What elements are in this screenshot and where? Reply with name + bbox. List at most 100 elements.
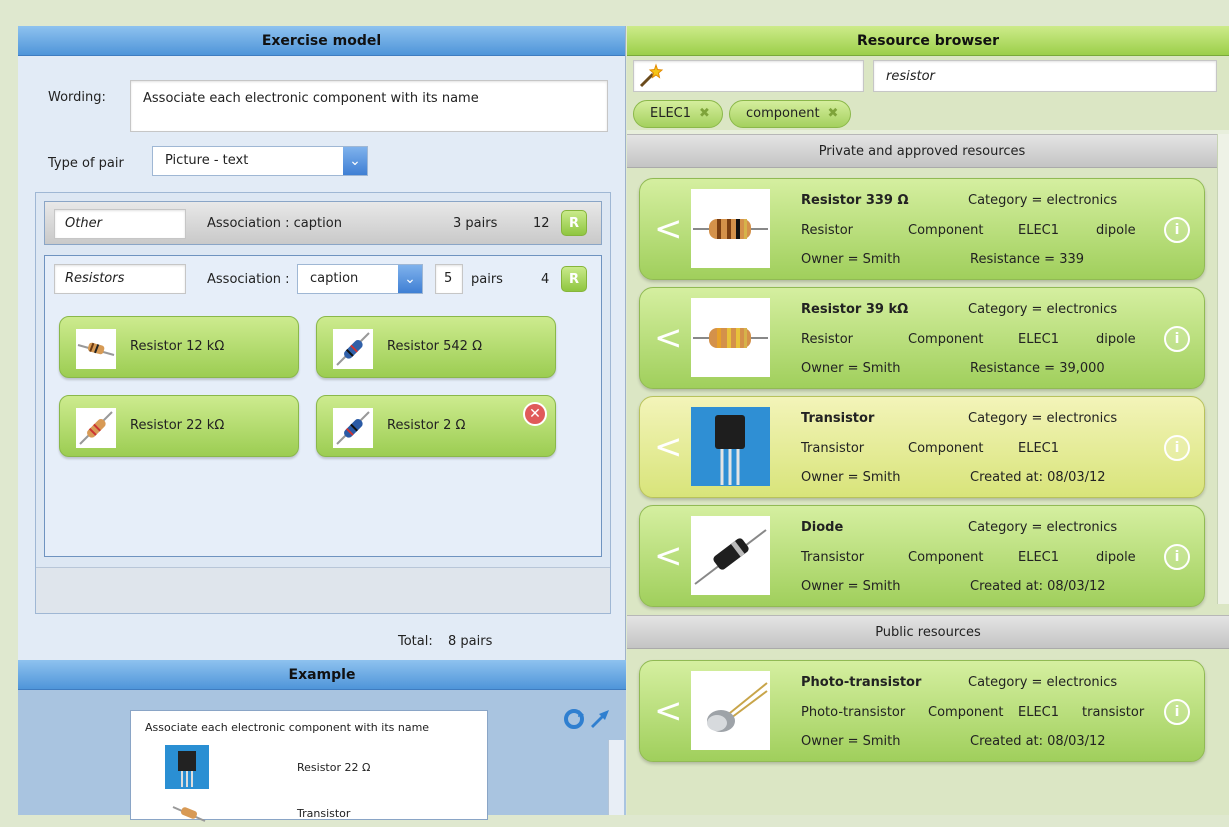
card-tag: Transistor [801, 441, 865, 456]
group-name: Other [65, 216, 102, 231]
card-category: Category = electronics [968, 302, 1118, 317]
resistor-icon [76, 329, 116, 369]
pair-tile[interactable]: Resistor 542 Ω [316, 316, 556, 378]
pairs-count: 3 pairs [453, 216, 498, 231]
card-tag: Resistor [801, 332, 853, 347]
pair-tile[interactable]: Resistor 12 kΩ [59, 316, 299, 378]
example-panel: Example Associate each electronic compon… [18, 660, 626, 822]
add-arrow-icon[interactable]: < [654, 427, 683, 467]
pair-tile-label: Resistor 12 kΩ [130, 339, 225, 354]
association-value: caption [310, 271, 359, 286]
card-tag: Component [908, 223, 984, 238]
remove-filter-icon[interactable]: ✖ [828, 106, 839, 121]
card-tag: dipole [1096, 223, 1136, 238]
card-tag: ELEC1 [1018, 705, 1060, 720]
card-tag: dipole [1096, 332, 1136, 347]
card-tag: transistor [1082, 705, 1145, 720]
resistor-blue-icon [333, 329, 373, 369]
preview-heading: Associate each electronic component with… [145, 721, 430, 734]
scrollbar[interactable] [608, 740, 624, 815]
card-extra: Created at: 08/03/12 [970, 734, 1106, 749]
resource-card[interactable]: < Resistor 39 kΩ Category = electronics … [639, 287, 1205, 389]
card-title: Resistor 39 kΩ [801, 302, 909, 317]
resistor-icon [691, 298, 770, 377]
wording-label: Wording: [48, 90, 106, 105]
card-owner: Owner = Smith [801, 470, 901, 485]
info-icon[interactable]: i [1164, 217, 1190, 243]
wording-value: Associate each electronic component with… [143, 91, 479, 106]
card-owner: Owner = Smith [801, 579, 901, 594]
example-preview: Associate each electronic component with… [130, 710, 488, 823]
pair-type-select[interactable]: Picture - text ⌄ [152, 146, 368, 176]
chevron-down-icon: ⌄ [343, 147, 367, 175]
resource-card[interactable]: < Photo-transistor Category = electronic… [639, 660, 1205, 762]
group-name-field[interactable]: Other [54, 209, 186, 239]
pair-tile[interactable]: Resistor 22 kΩ [59, 395, 299, 457]
resource-card[interactable]: < Resistor 339 Ω Category = electronics … [639, 178, 1205, 280]
phototransistor-icon [691, 671, 770, 750]
magic-wand-icon [638, 63, 664, 89]
card-extra: Resistance = 39,000 [970, 361, 1105, 376]
group-resistors[interactable]: Resistors Association : caption ⌄ 5 pair… [44, 255, 602, 557]
pair-tile-label: Resistor 22 kΩ [130, 418, 225, 433]
resistor-icon [165, 803, 209, 823]
pairs-unit: pairs [471, 272, 503, 287]
r-button[interactable]: R [561, 210, 587, 236]
association-select[interactable]: caption ⌄ [297, 264, 423, 294]
transistor-icon [691, 407, 770, 486]
preview-row: Transistor [297, 807, 351, 820]
card-tag: Resistor [801, 223, 853, 238]
pair-tile-label: Resistor 2 Ω [387, 418, 466, 433]
pairs-value: 5 [444, 271, 453, 286]
resource-card-selected[interactable]: < Transistor Category = electronics Tran… [639, 396, 1205, 498]
groups-footer [36, 567, 610, 613]
refresh-icon[interactable] [563, 708, 585, 730]
card-title: Photo-transistor [801, 675, 922, 690]
card-tag: Transistor [801, 550, 865, 565]
resistor-icon [691, 189, 770, 268]
resource-card[interactable]: < Diode Category = electronics Transisto… [639, 505, 1205, 607]
association-label: Association : [207, 272, 290, 287]
info-icon[interactable]: i [1164, 326, 1190, 352]
pairs-input[interactable]: 5 [435, 264, 463, 294]
add-arrow-icon[interactable]: < [654, 536, 683, 576]
remove-icon[interactable]: ✕ [523, 402, 547, 426]
pair-tile-label: Resistor 542 Ω [387, 339, 483, 354]
info-icon[interactable]: i [1164, 435, 1190, 461]
card-owner: Owner = Smith [801, 361, 901, 376]
filter-chip-label: ELEC1 [650, 106, 692, 121]
pair-tile[interactable]: Resistor 2 Ω ✕ [316, 395, 556, 457]
add-arrow-icon[interactable]: < [654, 209, 683, 249]
expand-icon[interactable] [589, 708, 611, 730]
card-tag: dipole [1096, 550, 1136, 565]
card-extra: Created at: 08/03/12 [970, 579, 1106, 594]
group-other[interactable]: Other Association : caption 3 pairs 12 R [44, 201, 602, 245]
info-icon[interactable]: i [1164, 544, 1190, 570]
transistor-icon [165, 745, 209, 789]
wording-field[interactable]: Associate each electronic component with… [130, 80, 608, 132]
filter-chip[interactable]: component ✖ [729, 100, 852, 128]
resistor-icon [76, 408, 116, 448]
group-count: 12 [533, 216, 550, 231]
group-name-field[interactable]: Resistors [54, 264, 186, 294]
group-count: 4 [541, 272, 550, 287]
example-title: Example [18, 660, 626, 690]
r-button[interactable]: R [561, 266, 587, 292]
card-tag: Component [928, 705, 1004, 720]
association-label: Association : caption [207, 216, 342, 231]
add-arrow-icon[interactable]: < [654, 691, 683, 731]
total-label: Total: [398, 634, 433, 649]
scrollbar[interactable] [1217, 134, 1229, 604]
add-arrow-icon[interactable]: < [654, 318, 683, 358]
card-tag: Photo-transistor [801, 705, 906, 720]
chevron-down-icon: ⌄ [398, 265, 422, 293]
magic-wand-field[interactable] [633, 60, 864, 92]
remove-filter-icon[interactable]: ✖ [699, 106, 710, 121]
card-category: Category = electronics [968, 675, 1118, 690]
filter-chip[interactable]: ELEC1 ✖ [633, 100, 723, 128]
section-header: Public resources [627, 615, 1229, 649]
search-input[interactable]: resistor [873, 60, 1217, 92]
info-icon[interactable]: i [1164, 699, 1190, 725]
resistor-blue-icon [333, 408, 373, 448]
pair-type-label: Type of pair [48, 156, 124, 171]
